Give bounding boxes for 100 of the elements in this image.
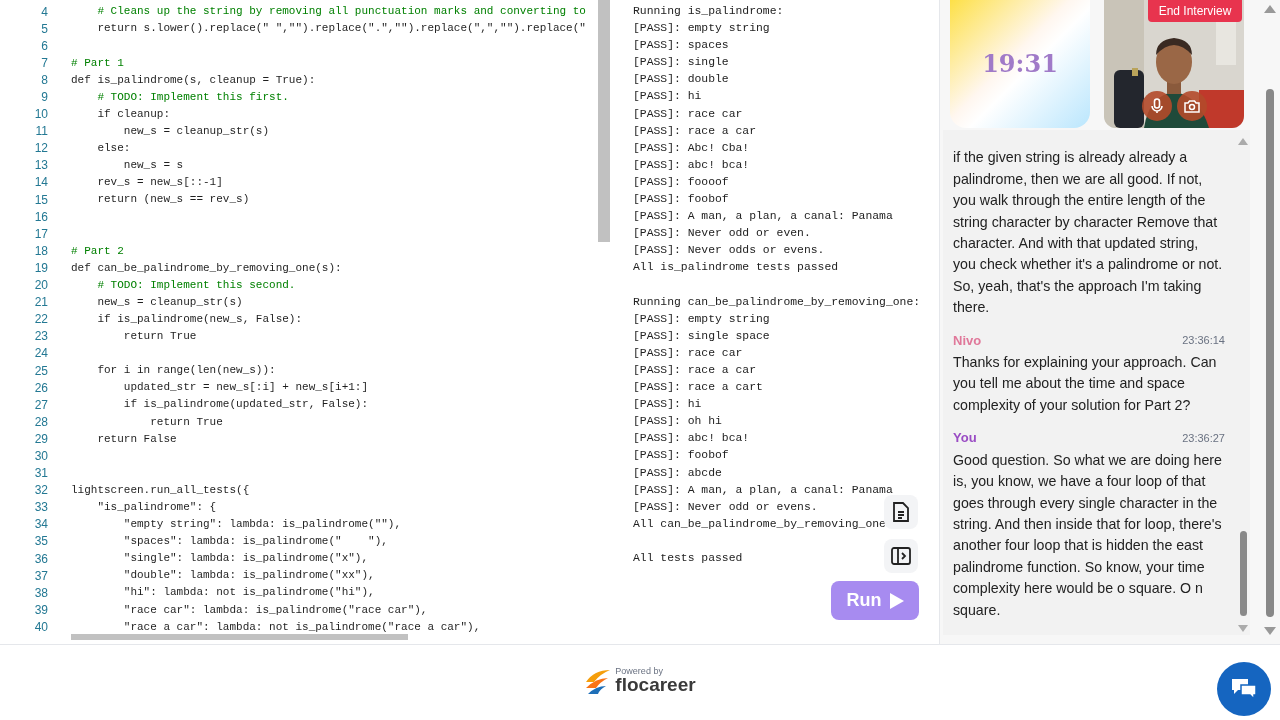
line-number: 29 (33, 430, 48, 448)
output-line: [PASS]: abcde (633, 465, 722, 481)
panel-toggle-button[interactable] (884, 539, 918, 573)
line-number: 8 (40, 71, 48, 89)
code-line: new_s = cleanup_str(s) (96, 294, 243, 310)
code-line: # TODO: Implement this first. (96, 89, 289, 105)
output-line: [PASS]: foobof (633, 192, 729, 208)
scroll-up-icon[interactable] (1264, 5, 1276, 13)
output-line: [PASS]: foooof (633, 174, 729, 190)
output-line: Running can_be_palindrome_by_removing_one: (633, 294, 921, 310)
code-line: if is_palindrome(new_s, False): (96, 312, 303, 327)
line-number: 14 (33, 174, 48, 192)
code-line: return (new_s == rev_s) (96, 192, 250, 208)
line-number: 4 (40, 3, 48, 21)
output-line: [PASS]: Abc! Cba! (633, 140, 750, 156)
output-line: [PASS]: oh hi (633, 414, 722, 430)
code-line: if is_palindrome(updated_str, False): (122, 397, 369, 413)
output-line: [PASS]: hi (633, 397, 702, 413)
scrollbar-thumb[interactable] (1240, 531, 1247, 616)
code-line: # Part 2 (71, 243, 124, 259)
code-line: new_s = cleanup_str(s) (122, 123, 270, 139)
line-number: 25 (33, 362, 48, 380)
line-number: 7 (40, 54, 48, 72)
line-number: 20 (33, 277, 48, 295)
code-line: def is_palindrome(s, cleanup = True): (71, 72, 316, 88)
line-number: 38 (33, 584, 48, 602)
code-line: return s.lower().replace(" ","").replace(".","").replace(",","").replace(" (96, 21, 586, 37)
scroll-down-icon[interactable] (1264, 627, 1276, 635)
scrollbar-thumb[interactable] (71, 634, 408, 640)
line-number: 24 (33, 345, 48, 363)
output-line: [PASS]: foobof (633, 448, 729, 464)
code-line: "is_palindrome": { (96, 500, 217, 515)
code-line: for i in range(len(new_s)): (96, 363, 276, 379)
code-line: "race a car": lambda: not is_palindrome("race a car"), (122, 619, 481, 635)
output-line: [PASS]: abc! bca! (633, 157, 750, 173)
document-button[interactable] (884, 495, 918, 529)
scroll-up-icon[interactable] (1238, 138, 1248, 145)
code-line: # Part 1 (71, 55, 124, 71)
end-interview-button[interactable]: End Interview (1148, 0, 1242, 22)
powered-by-text: Powered by (615, 667, 664, 676)
code-line: return False (96, 431, 177, 447)
code-line: new_s = s (122, 158, 184, 174)
line-number: 28 (33, 413, 48, 431)
line-number: 30 (33, 448, 48, 465)
output-line: [PASS]: race a car (633, 362, 757, 378)
line-number: 21 (33, 294, 48, 312)
code-line: "single": lambda: is_palindrome("x"), (122, 551, 369, 567)
output-line: All tests passed (633, 551, 743, 566)
line-number: 9 (40, 89, 48, 106)
line-number: 6 (40, 37, 48, 55)
line-number: 31 (33, 465, 48, 483)
code-line: "race car": lambda: is_palindrome("race car"), (122, 602, 428, 618)
line-number: 39 (33, 601, 48, 619)
line-number: 5 (40, 20, 48, 38)
message-text: Good question. So what we are doing here is, you know, we have a four loop of that goes through every single character in the string. And then inside that for loop, there's another four loop that is hidden the east palindrome function. So know, your time complexity here would be o square. O n square. (953, 450, 1223, 620)
chat-button[interactable] (1217, 662, 1271, 716)
output-line: [PASS]: Never odds or evens. (633, 243, 825, 259)
line-number: 16 (33, 208, 48, 226)
message-author: You (953, 429, 977, 448)
code-line: updated_str = new_s[:i] + new_s[i+1:] (122, 380, 369, 396)
run-button[interactable]: Run (831, 581, 919, 620)
scroll-down-icon[interactable] (1238, 625, 1248, 632)
line-number: 35 (33, 533, 48, 551)
output-line: All is_palindrome tests passed (633, 260, 839, 276)
line-number: 19 (33, 259, 48, 277)
output-line: [PASS]: A man, a plan, a canal: Panama (633, 482, 893, 498)
line-number: 26 (33, 379, 48, 397)
output-line: [PASS]: race a cart (633, 380, 763, 396)
play-icon (889, 592, 904, 609)
output-line: [PASS]: A man, a plan, a canal: Panama (633, 209, 893, 225)
output-line: [PASS]: single (633, 55, 729, 71)
code-line: return True (122, 329, 197, 345)
code-line: "double": lambda: is_palindrome("xx"), (122, 568, 375, 584)
output-line: [PASS]: race car (633, 345, 743, 361)
output-line: [PASS]: double (633, 72, 729, 88)
timer-text: 19:31 (982, 48, 1058, 80)
output-line: [PASS]: empty string (633, 311, 770, 327)
line-number: 17 (33, 225, 48, 243)
line-number: 32 (33, 482, 48, 500)
line-number: 37 (33, 567, 48, 585)
output-line: [PASS]: Never odd or even. (633, 226, 811, 242)
output-line: [PASS]: hi (633, 89, 702, 105)
sidebar-panel-icon (891, 547, 911, 565)
output-line: [PASS]: race car (633, 106, 743, 122)
message-time: 23:36:14 (1182, 333, 1225, 349)
line-number: 27 (33, 396, 48, 414)
scrollbar-thumb[interactable] (1266, 89, 1274, 617)
line-number: 10 (33, 106, 48, 124)
line-number: 13 (33, 157, 48, 175)
code-line: "hi": lambda: not is_palindrome("hi"), (122, 585, 375, 601)
line-number: 23 (33, 328, 48, 346)
microphone-icon (1151, 98, 1163, 114)
line-number: 12 (33, 140, 48, 158)
output-line: [PASS]: spaces (633, 38, 729, 54)
code-line: "spaces": lambda: is_palindrome(" "), (122, 534, 388, 550)
line-number: 15 (33, 191, 48, 209)
output-line: [PASS]: abc! bca! (633, 431, 750, 447)
output-line: Running is_palindrome: (633, 4, 784, 19)
scrollbar-thumb[interactable] (598, 0, 610, 242)
output-line: [PASS]: Never odd or evens. (633, 499, 818, 515)
